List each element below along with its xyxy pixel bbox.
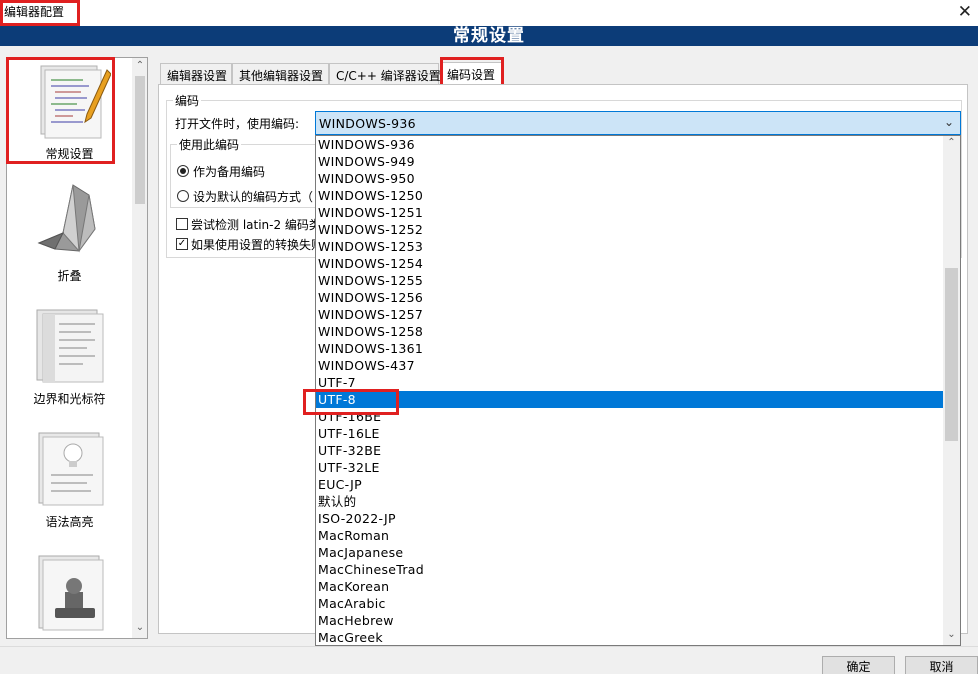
radio-fallback-label: 作为备用编码 bbox=[193, 165, 266, 179]
category-item-stamp[interactable] bbox=[7, 550, 132, 638]
dropdown-option[interactable]: WINDOWS-949 bbox=[316, 153, 943, 170]
highlight-box-category bbox=[6, 57, 115, 164]
dropdown-scrollbar[interactable]: ⌃ ⌄ bbox=[943, 136, 960, 645]
dropdown-option[interactable]: WINDOWS-1253 bbox=[316, 238, 943, 255]
dropdown-option[interactable]: MacJapanese bbox=[316, 544, 943, 561]
scroll-thumb[interactable] bbox=[945, 268, 958, 441]
open-encoding-label: 打开文件时，使用编码: bbox=[175, 117, 300, 131]
dropdown-option[interactable]: WINDOWS-1251 bbox=[316, 204, 943, 221]
category-item-folding[interactable]: 折叠 bbox=[7, 181, 132, 297]
dropdown-option[interactable]: UTF-16LE bbox=[316, 425, 943, 442]
dropdown-option[interactable]: EUC-JP bbox=[316, 476, 943, 493]
scroll-thumb[interactable] bbox=[135, 76, 145, 204]
dropdown-option[interactable]: WINDOWS-1252 bbox=[316, 221, 943, 238]
radio-default[interactable] bbox=[177, 190, 189, 202]
cancel-button[interactable]: 取消 bbox=[905, 656, 978, 674]
highlight-box-title bbox=[0, 0, 80, 26]
tab-other-editor-settings[interactable]: 其他编辑器设置 bbox=[232, 63, 329, 85]
dropdown-option[interactable]: UTF-32BE bbox=[316, 442, 943, 459]
dropdown-option[interactable]: MacChineseTrad bbox=[316, 561, 943, 578]
folding-icon bbox=[37, 184, 96, 253]
ok-button[interactable]: 确定 bbox=[822, 656, 895, 674]
title-bar: 编辑器配置 ✕ bbox=[0, 0, 978, 26]
dropdown-option[interactable]: WINDOWS-950 bbox=[316, 170, 943, 187]
divider bbox=[0, 646, 978, 647]
dropdown-option[interactable]: UTF-16BE bbox=[316, 408, 943, 425]
dropdown-option[interactable]: WINDOWS-1258 bbox=[316, 323, 943, 340]
encoding-select-value: WINDOWS-936 bbox=[319, 116, 416, 131]
dropdown-option[interactable]: UTF-8 bbox=[316, 391, 943, 408]
checkbox-latin2[interactable] bbox=[176, 218, 188, 230]
use-encoding-group-title: 使用此编码 bbox=[177, 136, 242, 153]
encoding-dropdown-list[interactable]: MacGreek MacHebrew MacArabic MacKorean MacCh… bbox=[315, 135, 961, 646]
page-header: 常规设置 bbox=[0, 26, 978, 46]
highlight-box-tab bbox=[440, 57, 504, 87]
radio-default-label: 设为默认的编码方式（ bbox=[193, 190, 314, 204]
category-label: 边界和光标符 bbox=[33, 392, 106, 406]
dropdown-option[interactable]: UTF-7 bbox=[316, 374, 943, 391]
encoding-select[interactable]: WINDOWS-936 ⌄ bbox=[315, 111, 961, 135]
category-scrollbar[interactable]: ⌃ ⌄ bbox=[132, 58, 147, 638]
dropdown-option[interactable]: WINDOWS-1250 bbox=[316, 187, 943, 204]
tab-compiler-settings[interactable]: C/C++ 编译器设置 bbox=[329, 63, 441, 85]
margins-caret-icon bbox=[36, 309, 104, 383]
scroll-down-icon[interactable]: ⌄ bbox=[132, 622, 147, 633]
dropdown-option[interactable]: MacGreek bbox=[316, 629, 943, 645]
dropdown-option[interactable]: MacArabic bbox=[316, 595, 943, 612]
highlight-box-option bbox=[303, 389, 399, 415]
scroll-down-icon[interactable]: ⌄ bbox=[943, 629, 960, 640]
checkbox-latin2-label: 尝试检测 latin-2 编码类 bbox=[191, 218, 321, 232]
stamp-icon bbox=[38, 555, 104, 631]
category-label: 折叠 bbox=[57, 269, 82, 283]
category-item-margins-caret[interactable]: 边界和光标符 bbox=[7, 304, 132, 420]
category-label: 语法高亮 bbox=[45, 515, 94, 529]
checkbox-convert[interactable]: ✓ bbox=[176, 238, 188, 250]
dropdown-option[interactable]: 默认的 bbox=[316, 493, 943, 510]
scroll-up-icon[interactable]: ⌃ bbox=[943, 137, 960, 148]
tab-editor-settings[interactable]: 编辑器设置 bbox=[160, 63, 232, 85]
dropdown-option[interactable]: WINDOWS-437 bbox=[316, 357, 943, 374]
radio-fallback[interactable] bbox=[177, 165, 189, 177]
dropdown-option[interactable]: ISO-2022-JP bbox=[316, 510, 943, 527]
dropdown-option[interactable]: UTF-32LE bbox=[316, 459, 943, 476]
checkbox-convert-label: 如果使用设置的转换失败 bbox=[191, 238, 324, 252]
dropdown-option[interactable]: WINDOWS-1255 bbox=[316, 272, 943, 289]
encoding-group-title: 编码 bbox=[173, 92, 202, 109]
close-icon[interactable]: ✕ bbox=[958, 2, 972, 22]
dropdown-option[interactable]: MacRoman bbox=[316, 527, 943, 544]
dropdown-option[interactable]: WINDOWS-1257 bbox=[316, 306, 943, 323]
dropdown-option[interactable]: WINDOWS-1254 bbox=[316, 255, 943, 272]
syntax-highlight-icon bbox=[38, 432, 104, 506]
scroll-up-icon[interactable]: ⌃ bbox=[132, 60, 147, 71]
dropdown-option[interactable]: WINDOWS-936 bbox=[316, 136, 943, 153]
dropdown-option[interactable]: MacKorean bbox=[316, 578, 943, 595]
dropdown-option[interactable]: WINDOWS-1361 bbox=[316, 340, 943, 357]
category-item-syntax-highlight[interactable]: 语法高亮 bbox=[7, 427, 132, 543]
chevron-down-icon[interactable]: ⌄ bbox=[944, 115, 954, 129]
dropdown-option[interactable]: WINDOWS-1256 bbox=[316, 289, 943, 306]
dropdown-option[interactable]: MacHebrew bbox=[316, 612, 943, 629]
